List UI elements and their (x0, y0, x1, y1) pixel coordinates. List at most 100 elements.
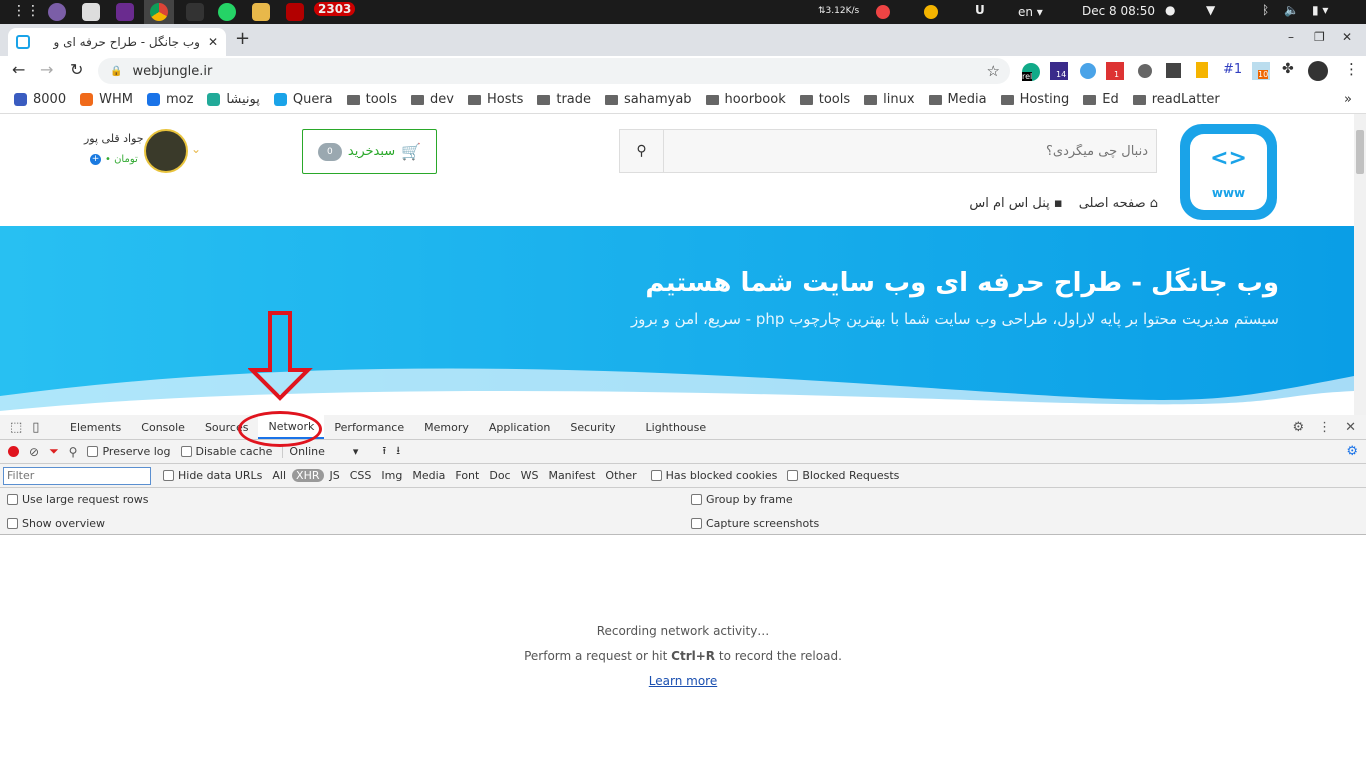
close-devtools-icon[interactable]: ✕ (1345, 420, 1356, 435)
device-toolbar-icon[interactable]: ▯ (32, 420, 39, 435)
omnibox[interactable]: 🔒 webjungle.ir ☆ (98, 58, 1010, 84)
filter-input[interactable] (3, 466, 151, 485)
nav-sms-panel[interactable]: ▪ پنل اس ام اس (969, 196, 1062, 211)
profile-avatar[interactable] (1308, 61, 1328, 81)
filter-type-font[interactable]: Font (451, 469, 483, 482)
filter-type-all[interactable]: All (268, 469, 290, 482)
wifi-icon[interactable]: ▼ (1206, 3, 1215, 17)
nav-home[interactable]: ⌂ صفحه اصلی (1079, 196, 1158, 211)
tray-icon[interactable] (876, 5, 890, 19)
throttling-select[interactable]: Online ▾ (282, 445, 358, 458)
tab-console[interactable]: Console (131, 415, 195, 439)
bookmark-item[interactable]: moz (146, 92, 193, 107)
new-tab-button[interactable]: + (235, 28, 250, 49)
bookmark-star-icon[interactable]: ☆ (987, 62, 1000, 80)
filter-type-media[interactable]: Media (408, 469, 449, 482)
minimize-button[interactable]: – (1288, 30, 1294, 44)
filter-type-doc[interactable]: Doc (485, 469, 514, 482)
bluetooth-icon[interactable]: ᛒ (1262, 3, 1269, 17)
show-overview-checkbox[interactable]: Show overview (7, 517, 105, 530)
extension-icon[interactable] (1166, 63, 1181, 78)
extension-hash-icon[interactable]: #1 (1223, 62, 1242, 77)
url-text[interactable]: webjungle.ir (132, 64, 212, 79)
bookmark-item[interactable]: Media (928, 92, 987, 107)
import-har-icon[interactable]: ⭱ (382, 442, 386, 461)
bookmark-item[interactable]: Hosts (467, 92, 523, 107)
github-icon[interactable] (48, 3, 66, 21)
apps-grid-icon[interactable]: ⋮⋮ (12, 3, 40, 19)
site-logo[interactable]: <> www (1180, 124, 1277, 220)
bookmark-item[interactable]: linux (864, 92, 915, 107)
bookmark-item[interactable]: پونیشا (207, 92, 260, 107)
capture-screenshots-checkbox[interactable]: Capture screenshots (691, 517, 819, 530)
record-icon[interactable] (8, 446, 19, 457)
tab-lighthouse[interactable]: Lighthouse (636, 415, 717, 439)
battery-icon[interactable]: ▮ ▾ (1312, 3, 1328, 17)
bookmark-item[interactable]: dev (411, 92, 454, 107)
disable-cache-checkbox[interactable]: Disable cache (180, 445, 272, 458)
learn-more-link[interactable]: Learn more (649, 674, 717, 688)
tab-performance[interactable]: Performance (324, 415, 414, 439)
group-by-frame-checkbox[interactable]: Group by frame (691, 493, 793, 506)
filter-type-img[interactable]: Img (377, 469, 406, 482)
export-har-icon[interactable]: ⭳ (396, 442, 400, 461)
tab-memory[interactable]: Memory (414, 415, 479, 439)
tab-application[interactable]: Application (479, 415, 560, 439)
blocked-requests-checkbox[interactable]: Blocked Requests (787, 469, 899, 482)
extension-icon[interactable] (1080, 63, 1096, 79)
filter-type-css[interactable]: CSS (346, 469, 376, 482)
reload-icon[interactable]: ↻ (70, 60, 83, 79)
avatar[interactable] (144, 129, 188, 173)
filter-type-manifest[interactable]: Manifest (544, 469, 599, 482)
chevron-down-icon[interactable]: ⌄ (191, 142, 201, 156)
check-extension-icon[interactable] (1138, 64, 1152, 78)
extension-rel-icon[interactable]: rel (1022, 63, 1040, 81)
filezilla-icon[interactable] (286, 3, 304, 21)
bookmark-item[interactable]: tools (346, 92, 397, 107)
more-options-icon[interactable]: ⋮ (1318, 420, 1331, 435)
back-icon[interactable]: ← (12, 60, 25, 79)
hide-data-urls-checkbox[interactable]: Hide data URLs (163, 469, 262, 482)
app-icon[interactable] (186, 3, 204, 21)
files-icon[interactable] (82, 3, 100, 21)
bookmark-item[interactable]: readLatter (1132, 92, 1220, 107)
volume-icon[interactable]: 🔈 (1284, 3, 1299, 17)
tab-elements[interactable]: Elements (60, 415, 131, 439)
bookmark-item[interactable]: hoorbook (705, 92, 786, 107)
large-rows-checkbox[interactable]: Use large request rows (7, 493, 148, 506)
bookmark-item[interactable]: 8000 (14, 92, 66, 107)
add-balance-icon[interactable]: + (90, 154, 101, 165)
close-window-button[interactable]: ✕ (1342, 30, 1352, 44)
more-bookmarks-icon[interactable]: » (1344, 92, 1352, 107)
search-input[interactable] (664, 130, 1156, 172)
clear-icon[interactable]: ⊘ (29, 445, 39, 459)
u-tray-icon[interactable]: U (975, 3, 985, 17)
extension-icon[interactable] (1196, 62, 1208, 78)
search-icon[interactable]: ⚲ (620, 130, 664, 172)
extensions-puzzle-icon[interactable]: ✤ (1282, 61, 1294, 77)
filter-funnel-icon[interactable]: ⏷ (49, 444, 59, 459)
user-name[interactable]: جواد قلی پور (84, 132, 144, 145)
calculator-icon[interactable] (252, 3, 270, 21)
chrome-tray-icon[interactable] (924, 5, 938, 19)
bookmark-item[interactable]: Ed (1083, 92, 1119, 107)
bookmark-item[interactable]: trade (537, 92, 591, 107)
chrome-active-app[interactable] (144, 0, 174, 24)
bookmark-item[interactable]: Quera (273, 92, 333, 107)
close-tab-icon[interactable]: ✕ (208, 35, 218, 49)
bookmark-item[interactable]: sahamyab (605, 92, 692, 107)
notification-badge[interactable]: 2303 (314, 2, 356, 16)
search-icon[interactable]: ⚲ (69, 445, 78, 459)
bookmark-item[interactable]: WHM (80, 92, 133, 107)
cart-button[interactable]: 0 سبدخرید 🛒 (302, 129, 437, 174)
filter-type-other[interactable]: Other (601, 469, 640, 482)
bookmark-item[interactable]: tools (799, 92, 850, 107)
language-selector[interactable]: en ▾ (1018, 5, 1043, 19)
forward-icon[interactable]: → (40, 60, 53, 79)
browser-tab[interactable]: وب جانگل - طراح حرفه ای و ✕ (8, 28, 226, 56)
bookmark-item[interactable]: Hosting (1000, 92, 1069, 107)
filter-type-js[interactable]: JS (326, 469, 344, 482)
extension-10-icon[interactable]: 10 (1252, 62, 1270, 80)
extension-14-icon[interactable]: 14 (1050, 62, 1068, 80)
preserve-log-checkbox[interactable]: Preserve log (87, 445, 171, 458)
